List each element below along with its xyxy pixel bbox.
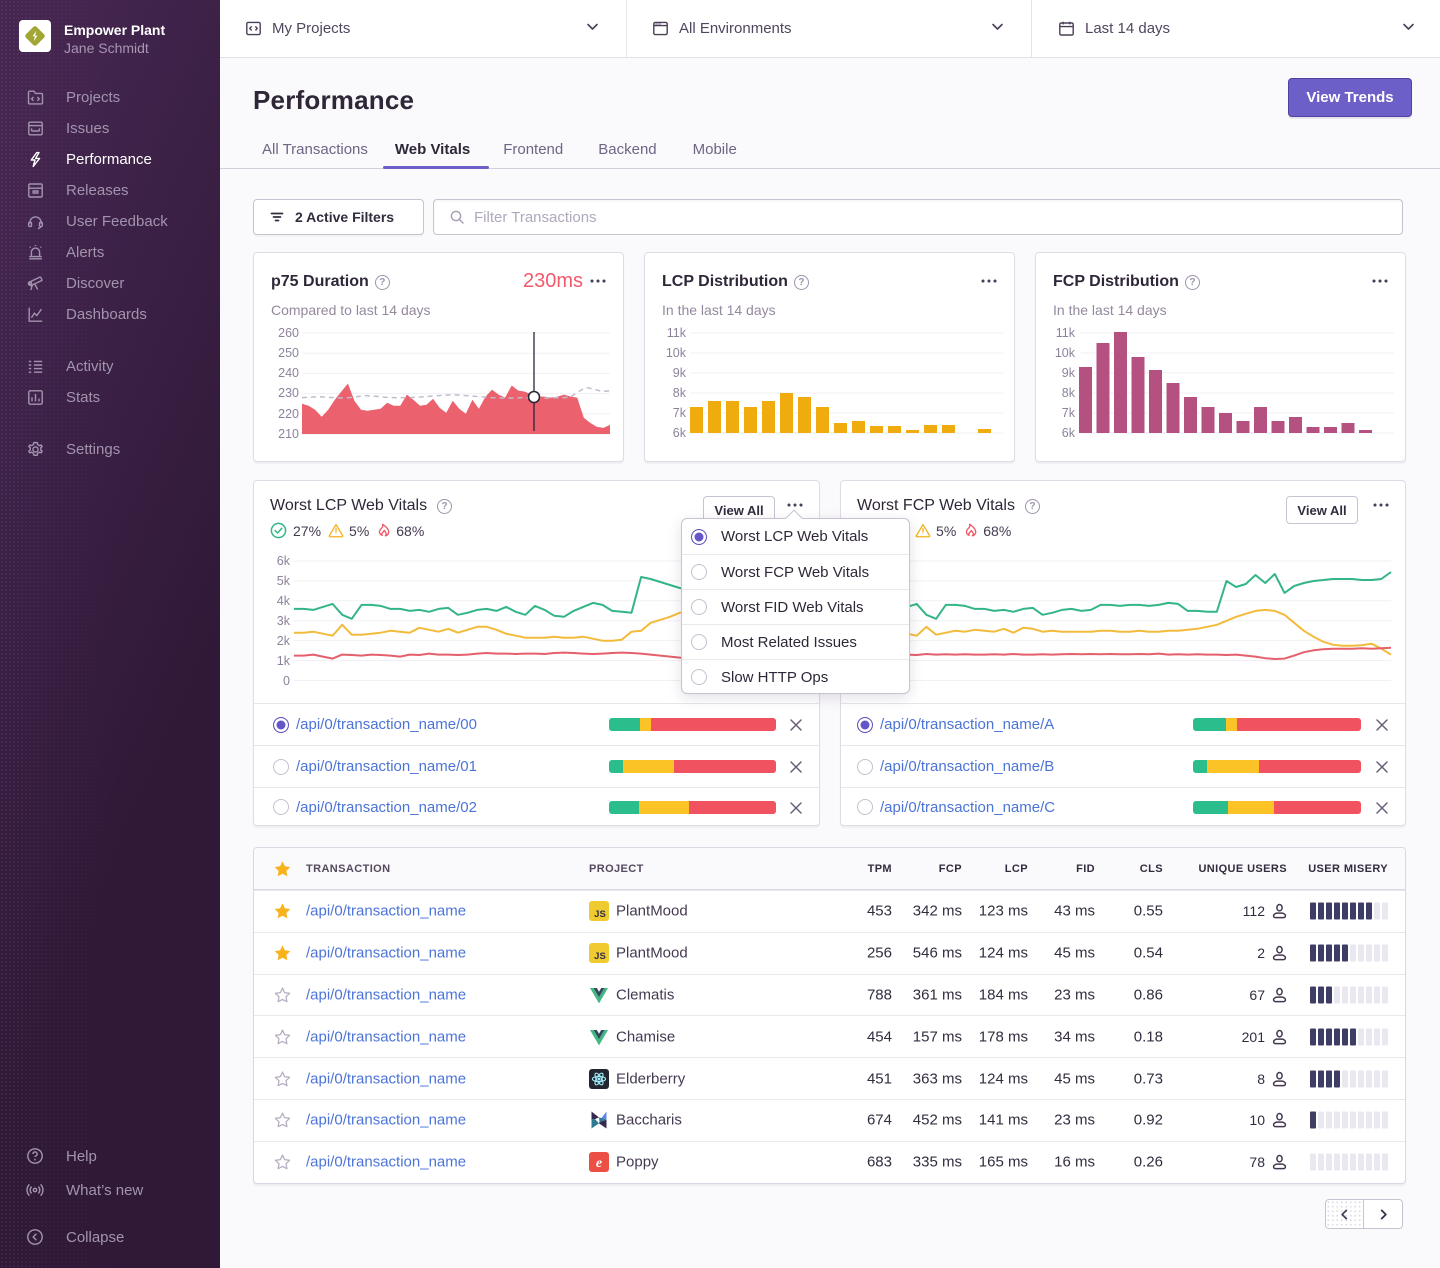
- svg-text:240: 240: [278, 366, 299, 380]
- svg-text:220: 220: [278, 407, 299, 421]
- svg-text:3k: 3k: [277, 614, 291, 628]
- svg-text:6k: 6k: [673, 426, 687, 440]
- svg-text:JS: JS: [594, 909, 606, 920]
- svg-text:6k: 6k: [1062, 426, 1076, 440]
- svg-text:2k: 2k: [277, 634, 291, 648]
- svg-text:4k: 4k: [277, 594, 291, 608]
- svg-text:230: 230: [278, 386, 299, 400]
- svg-text:8k: 8k: [1062, 386, 1076, 400]
- svg-text:e: e: [596, 1156, 602, 1171]
- svg-text:JS: JS: [594, 951, 606, 962]
- svg-text:10k: 10k: [1055, 346, 1076, 360]
- svg-text:7k: 7k: [673, 406, 687, 420]
- svg-text:1k: 1k: [277, 654, 291, 668]
- svg-text:11k: 11k: [667, 326, 687, 340]
- svg-text:210: 210: [278, 427, 299, 441]
- svg-text:5k: 5k: [277, 574, 291, 588]
- svg-text:0: 0: [283, 674, 290, 688]
- svg-text:250: 250: [278, 346, 299, 360]
- svg-text:9k: 9k: [673, 366, 687, 380]
- svg-text:8k: 8k: [673, 386, 687, 400]
- svg-text:11k: 11k: [1056, 326, 1076, 340]
- svg-text:260: 260: [278, 326, 299, 340]
- svg-text:9k: 9k: [1062, 366, 1076, 380]
- svg-text:7k: 7k: [1062, 406, 1076, 420]
- svg-text:10k: 10k: [666, 346, 687, 360]
- svg-text:6k: 6k: [277, 554, 291, 568]
